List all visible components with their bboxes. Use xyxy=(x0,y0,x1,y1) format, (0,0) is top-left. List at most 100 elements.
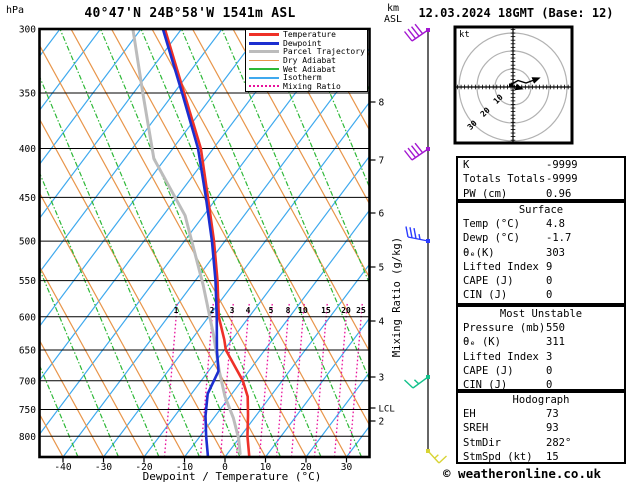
table-row-value: 0 xyxy=(546,289,553,302)
svg-text:650: 650 xyxy=(19,346,36,357)
wind-barb-column xyxy=(403,23,447,464)
wind-barb xyxy=(404,376,429,389)
table-row-value: 0.96 xyxy=(546,187,572,200)
legend-label: Isotherm xyxy=(283,73,322,83)
km-label: km xyxy=(386,3,400,14)
legend-label: Mixing Ratio xyxy=(283,81,341,91)
svg-text:700: 700 xyxy=(19,376,36,387)
svg-text:8: 8 xyxy=(286,306,291,315)
legend-label: Parcel Trajectory xyxy=(283,47,365,57)
legend-line-sample xyxy=(249,59,279,62)
wind-barb xyxy=(403,142,429,161)
legend-item: Mixing Ratio xyxy=(246,82,367,91)
wind-barb xyxy=(405,226,429,242)
table-row-value: 9 xyxy=(546,260,553,273)
table-row: Totals Totals -9999 xyxy=(458,172,624,186)
table-row: EH 73 xyxy=(458,407,624,421)
table-row-value: -9999 xyxy=(546,159,578,171)
svg-text:600: 600 xyxy=(19,312,36,323)
page-title: 40°47'N 24B°58'W 1541m ASL xyxy=(84,6,296,21)
table-row: θₑ (K) 311 xyxy=(458,335,624,349)
svg-text:15: 15 xyxy=(321,306,331,315)
table-row-label: θₑ(K) xyxy=(463,246,495,259)
table-row: CAPE (J) 0 xyxy=(458,364,624,378)
table-row: PW (cm) 0.96 xyxy=(458,187,624,201)
legend-label: Wet Adiabat xyxy=(283,64,336,74)
table-row-value: -1.7 xyxy=(546,232,572,245)
legend-line-sample xyxy=(249,85,279,88)
svg-text:400: 400 xyxy=(19,144,36,155)
table-row: K -9999 xyxy=(458,158,624,172)
altitude-axis-unit: km ASL xyxy=(380,3,406,25)
svg-text:300: 300 xyxy=(19,25,36,36)
legend-item: Dry Adiabat xyxy=(246,56,367,65)
svg-text:750: 750 xyxy=(19,405,36,416)
credit: © weatheronline.co.uk xyxy=(443,466,602,481)
table-row: Temp (°C) 4.8 xyxy=(458,217,624,231)
table-row-label: PW (cm) xyxy=(463,187,508,200)
svg-text:7: 7 xyxy=(379,156,385,167)
svg-text:-40: -40 xyxy=(54,462,71,473)
table-row-label: Temp (°C) xyxy=(463,218,520,230)
svg-text:800: 800 xyxy=(19,432,36,443)
svg-text:3: 3 xyxy=(230,306,235,315)
table-row: Dewp (°C) -1.7 xyxy=(458,231,624,245)
timestamp: 12.03.2024 18GMT (Base: 12) xyxy=(418,6,614,20)
table-row-label: CIN (J) xyxy=(463,379,508,392)
stats-table: K -9999 Totals Totals -9999 PW (cm) 0.96 xyxy=(456,156,626,201)
table-row: CAPE (J) 0 xyxy=(458,274,624,288)
table-row-label: StmSpd (kt) xyxy=(463,450,533,463)
table-row: StmSpd (kt) 15 xyxy=(458,450,624,464)
asl-label: ASL xyxy=(383,14,403,25)
svg-text:350: 350 xyxy=(19,89,36,100)
legend-item: Wet Adiabat xyxy=(246,65,367,74)
svg-text:6: 6 xyxy=(379,209,385,220)
table-header: Hodograph xyxy=(512,394,570,406)
wind-barb xyxy=(427,450,447,464)
table-row-label: Pressure (mb) xyxy=(463,322,546,334)
table-row-label: Lifted Index xyxy=(463,260,539,273)
table-row-value: 311 xyxy=(546,336,565,349)
svg-text:5: 5 xyxy=(379,263,385,274)
table-row: θₑ(K) 303 xyxy=(458,246,624,260)
table-row-value: -9999 xyxy=(546,173,578,186)
table-row: CIN (J) 0 xyxy=(458,288,624,302)
hodograph-unit-label: kt xyxy=(459,30,470,40)
table-row-label: SREH xyxy=(463,422,489,435)
sounding-page: 1 2 3 4 5 8 10 15 20 25 300 350 400 450 500 550 600 650 70… xyxy=(0,0,629,486)
svg-text:10: 10 xyxy=(492,93,505,106)
table-row: Pressure (mb) 550 xyxy=(458,321,624,335)
wind-barb xyxy=(403,23,429,42)
legend: Temperature Dewpoint Parcel Trajectory Dry … xyxy=(245,29,368,92)
legend-label: Temperature xyxy=(283,29,336,39)
mixing-ratio-axis-title: Mixing Ratio (g/kg) xyxy=(391,236,403,358)
legend-line-sample xyxy=(249,41,279,45)
svg-text:2: 2 xyxy=(379,417,385,428)
svg-text:1: 1 xyxy=(174,306,179,315)
table-row-value: 93 xyxy=(546,422,559,435)
table-row: StmDir 282° xyxy=(458,436,624,450)
table-row-label: StmDir xyxy=(463,436,501,449)
legend-label: Dry Adiabat xyxy=(283,55,336,65)
table-row-label: Totals Totals xyxy=(463,173,546,186)
table-row-value: 3 xyxy=(546,350,553,363)
svg-text:30: 30 xyxy=(466,119,479,132)
table-row-label: CAPE (J) xyxy=(463,275,514,288)
svg-text:4: 4 xyxy=(379,317,385,328)
svg-text:25: 25 xyxy=(356,306,366,315)
table-row-value: 303 xyxy=(546,246,565,259)
table-row-label: CAPE (J) xyxy=(463,364,514,377)
table-row-label: Lifted Index xyxy=(463,350,539,363)
table-row-label: CIN (J) xyxy=(463,289,508,302)
temp-axis-title: Dewpoint / Temperature (°C) xyxy=(142,470,322,483)
legend-line-sample xyxy=(249,77,279,79)
legend-item: Parcel Trajectory xyxy=(246,47,367,56)
legend-label: Dewpoint xyxy=(283,38,322,48)
table-row-label: Dewp (°C) xyxy=(463,232,520,245)
svg-text:550: 550 xyxy=(19,276,36,287)
svg-text:4: 4 xyxy=(246,306,251,315)
legend-item: Temperature xyxy=(246,30,367,39)
svg-text:-30: -30 xyxy=(95,462,112,473)
table-row-value: 0 xyxy=(546,364,553,377)
table-header: Surface xyxy=(518,204,564,216)
